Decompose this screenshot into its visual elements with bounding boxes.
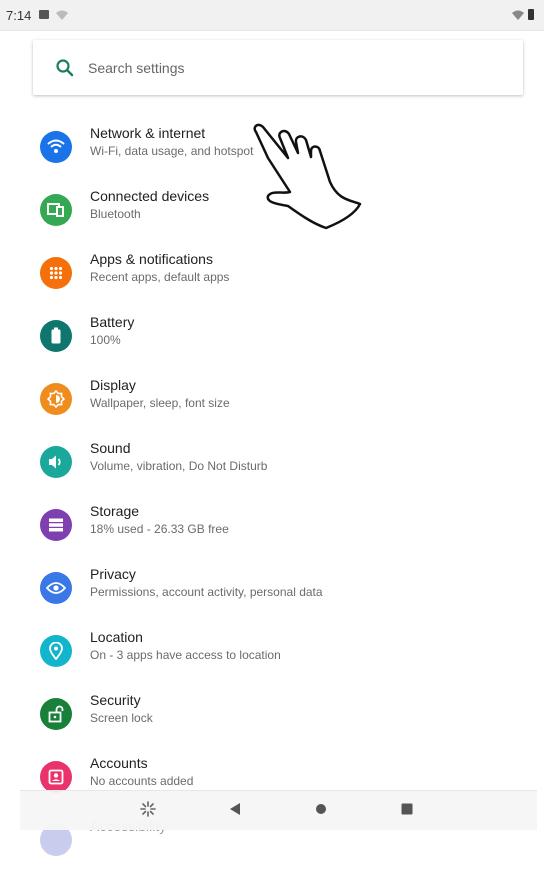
status-bar: 7:14 xyxy=(0,0,544,31)
home-icon[interactable] xyxy=(314,801,328,817)
item-subtitle: On - 3 apps have access to location xyxy=(90,648,281,662)
item-subtitle: 18% used - 26.33 GB free xyxy=(90,522,229,536)
item-subtitle: Permissions, account activity, personal … xyxy=(90,585,323,599)
devices-icon xyxy=(40,194,72,226)
battery-status-icon xyxy=(528,9,534,20)
settings-item-battery[interactable]: Battery 100% xyxy=(0,314,544,372)
item-title: Security xyxy=(90,692,141,708)
wifi-off-status-icon xyxy=(56,10,68,20)
item-title: Apps & notifications xyxy=(90,251,213,267)
status-right xyxy=(512,9,534,20)
item-title: Sound xyxy=(90,440,131,456)
settings-item-location[interactable]: Location On - 3 apps have access to loca… xyxy=(0,629,544,687)
location-pin-icon xyxy=(40,635,72,667)
wifi-icon xyxy=(40,131,72,163)
item-title: Connected devices xyxy=(90,188,210,204)
item-subtitle: Bluetooth xyxy=(90,207,141,221)
settings-item-sound[interactable]: Sound Volume, vibration, Do Not Disturb xyxy=(0,440,544,498)
item-title: Accounts xyxy=(90,755,148,771)
hand-pointer-icon xyxy=(253,123,362,230)
settings-item-security[interactable]: Security Screen lock xyxy=(0,692,544,750)
item-title: Display xyxy=(90,377,136,393)
account-box-icon xyxy=(40,761,72,793)
lock-open-icon xyxy=(40,698,72,730)
settings-item-apps[interactable]: Apps & notifications Recent apps, defaul… xyxy=(0,251,544,309)
wifi-status-icon xyxy=(512,10,524,20)
volume-icon xyxy=(40,446,72,478)
settings-item-privacy[interactable]: Privacy Permissions, account activity, p… xyxy=(0,566,544,624)
item-subtitle: No accounts added xyxy=(90,774,194,788)
item-subtitle: Volume, vibration, Do Not Disturb xyxy=(90,459,268,473)
privacy-eye-icon xyxy=(40,572,72,604)
recents-icon[interactable] xyxy=(400,801,414,817)
status-time: 7:14 xyxy=(6,8,32,23)
settings-item-display[interactable]: Display Wallpaper, sleep, font size xyxy=(0,377,544,435)
back-icon[interactable] xyxy=(228,801,242,817)
item-subtitle: Screen lock xyxy=(90,711,153,725)
brightness-icon xyxy=(40,383,72,415)
assistant-icon[interactable] xyxy=(140,801,156,817)
search-placeholder: Search settings xyxy=(88,60,185,76)
item-title: Privacy xyxy=(90,566,136,582)
battery-icon xyxy=(40,320,72,352)
navigation-bar xyxy=(20,790,537,830)
image-notification-icon xyxy=(39,10,49,19)
apps-icon xyxy=(40,257,72,289)
storage-icon xyxy=(40,509,72,541)
item-subtitle: Wallpaper, sleep, font size xyxy=(90,396,230,410)
item-title: Storage xyxy=(90,503,140,519)
settings-item-storage[interactable]: Storage 18% used - 26.33 GB free xyxy=(0,503,544,561)
item-subtitle: 100% xyxy=(90,333,121,347)
search-icon xyxy=(56,59,74,77)
item-subtitle: Recent apps, default apps xyxy=(90,270,230,284)
item-title: Battery xyxy=(90,314,135,330)
search-bar[interactable]: Search settings xyxy=(33,40,523,95)
item-title: Network & internet xyxy=(90,125,206,141)
item-subtitle: Wi-Fi, data usage, and hotspot xyxy=(90,144,254,158)
item-title: Location xyxy=(90,629,143,645)
